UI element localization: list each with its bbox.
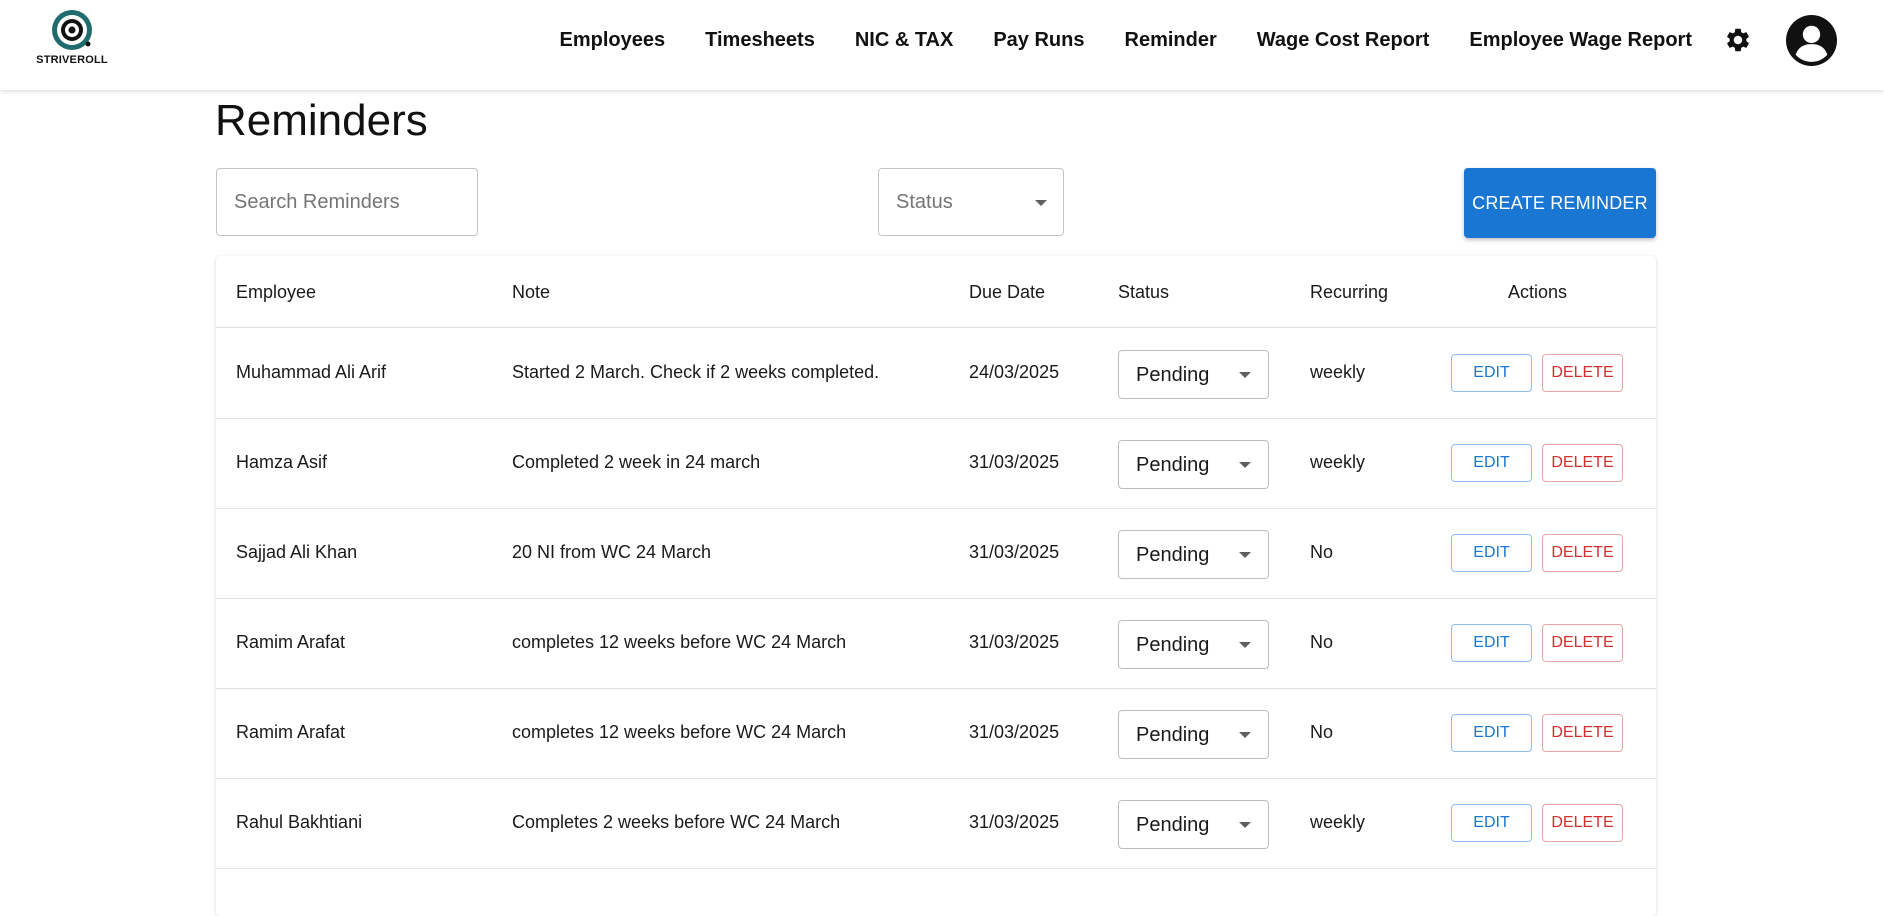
table-row: Ramim Arafat completes 12 weeks before W… [216,598,1656,689]
status-select-value: Pending [1136,454,1210,476]
edit-button[interactable]: EDIT [1451,444,1532,482]
edit-button[interactable]: EDIT [1451,534,1532,572]
table-row: Sajjad Ali Khan 20 NI from WC 24 March 3… [216,508,1656,599]
status-select-value: Pending [1136,724,1210,746]
status-filter-select[interactable]: Status [878,168,1064,236]
recurring-cell: No [1310,632,1334,652]
note-cell: 20 NI from WC 24 March [512,542,712,562]
logo-icon [52,10,92,50]
nav-reminder[interactable]: Reminder [1125,29,1217,52]
nav-pay-runs[interactable]: Pay Runs [993,29,1084,52]
column-header-employee: Employee [236,282,317,302]
chevron-down-icon [1239,732,1251,738]
delete-button[interactable]: DELETE [1542,444,1623,482]
employee-cell: Ramim Arafat [236,722,346,742]
account-circle-icon[interactable] [1786,15,1837,66]
chevron-down-icon [1239,642,1251,648]
due-date-cell: 24/03/2025 [969,362,1060,382]
table-row: Rahul Bakhtiani Completes 2 weeks before… [216,778,1656,869]
nav-employees[interactable]: Employees [560,29,666,52]
striveroll-logo[interactable]: STRIVEROLL [36,8,108,72]
column-header-due-date: Due Date [969,282,1046,302]
top-app-bar: STRIVEROLL Employees Timesheets NIC & TA… [0,0,1884,90]
logo-text: STRIVEROLL [36,54,108,66]
chevron-down-icon [1239,372,1251,378]
edit-button[interactable]: EDIT [1451,624,1532,662]
gear-icon[interactable] [1724,26,1752,54]
recurring-cell: No [1310,722,1334,742]
status-select[interactable]: Pending [1118,620,1269,669]
employee-cell: Hamza Asif [236,452,328,472]
nav-employee-wage-report[interactable]: Employee Wage Report [1469,29,1692,52]
table-row: Ramim Arafat completes 12 weeks before W… [216,688,1656,779]
delete-button[interactable]: DELETE [1542,624,1623,662]
employee-cell: Sajjad Ali Khan [236,542,358,562]
employee-cell: Ramim Arafat [236,632,346,652]
search-input[interactable] [216,168,478,236]
due-date-cell: 31/03/2025 [969,632,1060,652]
main-nav: Employees Timesheets NIC & TAX Pay Runs … [520,0,1692,80]
due-date-cell: 31/03/2025 [969,452,1060,472]
table-row: Hamza Asif Completed 2 week in 24 march … [216,418,1656,509]
status-select[interactable]: Pending [1118,800,1269,849]
delete-button[interactable]: DELETE [1542,354,1623,392]
chevron-down-icon [1239,462,1251,468]
recurring-cell: weekly [1310,362,1366,382]
nav-nic-tax[interactable]: NIC & TAX [855,29,954,52]
column-header-status: Status [1118,282,1170,302]
column-header-actions: Actions [1508,282,1568,302]
note-cell: completes 12 weeks before WC 24 March [512,632,847,652]
delete-button[interactable]: DELETE [1542,804,1623,842]
recurring-cell: weekly [1310,812,1366,832]
edit-button[interactable]: EDIT [1451,804,1532,842]
recurring-cell: No [1310,542,1334,562]
column-header-recurring: Recurring [1310,282,1389,302]
table-header-row: Employee Note Due Date Status Recurring … [216,256,1656,328]
due-date-cell: 31/03/2025 [969,722,1060,742]
edit-button[interactable]: EDIT [1451,714,1532,752]
status-filter-label: Status [896,191,953,213]
note-cell: Started 2 March. Check if 2 weeks comple… [512,362,880,382]
note-cell: Completed 2 week in 24 march [512,452,761,472]
chevron-down-icon [1035,200,1047,206]
due-date-cell: 31/03/2025 [969,542,1060,562]
page-title: Reminders [215,96,428,145]
note-cell: Completes 2 weeks before WC 24 March [512,812,841,832]
status-select-value: Pending [1136,634,1210,656]
nav-timesheets[interactable]: Timesheets [705,29,815,52]
due-date-cell: 31/03/2025 [969,812,1060,832]
status-select[interactable]: Pending [1118,440,1269,489]
status-select-value: Pending [1136,364,1210,386]
create-reminder-button[interactable]: CREATE REMINDER [1464,168,1656,238]
status-select[interactable]: Pending [1118,350,1269,399]
employee-cell: Muhammad Ali Arif [236,362,387,382]
delete-button[interactable]: DELETE [1542,714,1623,752]
nav-wage-cost-report[interactable]: Wage Cost Report [1257,29,1430,52]
note-cell: completes 12 weeks before WC 24 March [512,722,847,742]
column-header-note: Note [512,282,551,302]
status-select-value: Pending [1136,544,1210,566]
chevron-down-icon [1239,822,1251,828]
employee-cell: Rahul Bakhtiani [236,812,363,832]
chevron-down-icon [1239,552,1251,558]
edit-button[interactable]: EDIT [1451,354,1532,392]
status-select[interactable]: Pending [1118,710,1269,759]
reminders-table: Employee Note Due Date Status Recurring … [216,256,1656,916]
table-row: Muhammad Ali Arif Started 2 March. Check… [216,328,1656,419]
status-select-value: Pending [1136,814,1210,836]
status-select[interactable]: Pending [1118,530,1269,579]
delete-button[interactable]: DELETE [1542,534,1623,572]
recurring-cell: weekly [1310,452,1366,472]
